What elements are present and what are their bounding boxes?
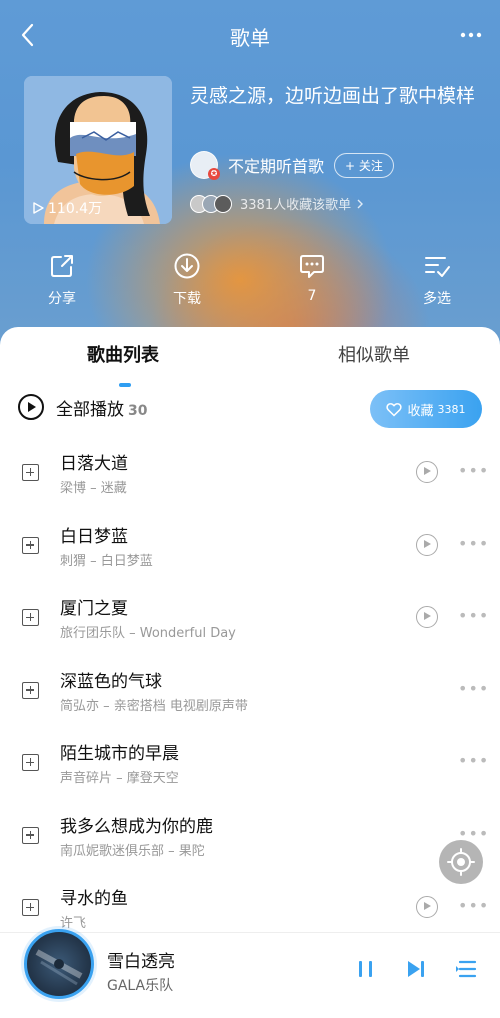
list-item[interactable]: 陌生城市的早晨 声音碎片 – 摩登天空 ••• bbox=[0, 731, 500, 804]
comment-icon bbox=[300, 255, 324, 278]
play-all-row: 全部播放 30 收藏 3381 bbox=[0, 390, 500, 434]
comment-count: 7 bbox=[307, 288, 317, 304]
multi-select-label: 多选 bbox=[423, 291, 451, 307]
tab-indicator bbox=[119, 383, 131, 387]
add-to-playlist-icon[interactable] bbox=[22, 536, 39, 554]
page-title: 歌单 bbox=[230, 26, 270, 50]
list-item[interactable]: 白日梦蓝 刺猬 – 白日梦蓝 ••• bbox=[0, 514, 500, 587]
song-title: 日落大道 bbox=[60, 454, 128, 474]
now-playing-artist: GALA乐队 bbox=[107, 978, 174, 994]
list-item[interactable]: 日落大道 梁博 – 迷藏 ••• bbox=[0, 441, 500, 514]
multi-select-button[interactable]: 多选 bbox=[397, 252, 477, 308]
mv-play-icon[interactable] bbox=[416, 461, 438, 483]
collect-label: 收藏 bbox=[407, 403, 434, 419]
song-subtitle: 刺猬 – 白日梦蓝 bbox=[60, 553, 153, 569]
song-more-icon[interactable]: ••• bbox=[458, 461, 489, 480]
more-icon[interactable] bbox=[456, 20, 486, 50]
song-title: 白日梦蓝 bbox=[60, 526, 128, 547]
song-more-icon[interactable]: ••• bbox=[458, 606, 489, 625]
song-more-icon[interactable]: ••• bbox=[458, 534, 489, 553]
song-list-panel: 歌曲列表 相似歌单 全部播放 30 收藏 3381 日落大道 梁博 – 迷藏 ••… bbox=[0, 327, 500, 932]
song-subtitle: 简弘亦 – 亲密搭档 电视剧原声带 bbox=[60, 698, 248, 714]
mv-play-icon[interactable] bbox=[416, 533, 438, 556]
multi-select-icon bbox=[425, 257, 450, 277]
song-title: 寻水的鱼 bbox=[60, 889, 128, 909]
tab-song-list[interactable]: 歌曲列表 bbox=[87, 341, 159, 367]
add-to-playlist-icon[interactable] bbox=[22, 609, 39, 626]
heart-icon bbox=[386, 402, 403, 417]
now-playing-title: 雪白透亮 bbox=[107, 952, 175, 972]
song-title: 我多么想成为你的鹿 bbox=[60, 816, 213, 837]
song-subtitle: 南瓜妮歌迷俱乐部 – 果陀 bbox=[60, 843, 205, 859]
song-list: 日落大道 梁博 – 迷藏 ••• 白日梦蓝 刺猬 – 白日梦蓝 ••• 厦门之夏… bbox=[0, 441, 500, 949]
song-more-icon[interactable]: ••• bbox=[458, 751, 489, 770]
play-all-label: 全部播放 bbox=[56, 400, 124, 420]
queue-icon bbox=[456, 960, 477, 978]
creator-row: ✪ 不定期听首歌 + 关注 bbox=[190, 150, 394, 180]
chevron-right-icon bbox=[357, 199, 364, 208]
play-count: 110.4万 bbox=[32, 198, 102, 218]
share-button[interactable]: 分享 bbox=[22, 252, 102, 308]
collect-button[interactable]: 收藏 3381 bbox=[370, 390, 482, 428]
song-more-icon[interactable]: ••• bbox=[458, 896, 489, 915]
list-item[interactable]: 厦门之夏 旅行团乐队 – Wonderful Day ••• bbox=[0, 586, 500, 659]
locate-icon bbox=[447, 848, 475, 876]
mini-player[interactable]: 雪白透亮 GALA乐队 bbox=[0, 929, 500, 1018]
song-more-icon[interactable]: ••• bbox=[458, 679, 489, 698]
comment-button[interactable]: 7 bbox=[272, 252, 352, 304]
pause-icon bbox=[359, 961, 372, 977]
song-subtitle: 旅行团乐队 – Wonderful Day bbox=[60, 626, 236, 641]
top-bar: 歌单 bbox=[0, 0, 500, 72]
tab-similar-playlists[interactable]: 相似歌单 bbox=[338, 341, 410, 367]
list-item[interactable]: 深蓝色的气球 简弘亦 – 亲密搭档 电视剧原声带 ••• bbox=[0, 659, 500, 732]
collect-count: 3381 bbox=[437, 402, 466, 416]
song-title: 陌生城市的早晨 bbox=[60, 744, 179, 764]
tab-bar: 歌曲列表 相似歌单 bbox=[0, 341, 500, 387]
add-to-playlist-icon[interactable] bbox=[22, 754, 39, 771]
creator-name[interactable]: 不定期听首歌 bbox=[228, 153, 324, 177]
vip-badge-icon: ✪ bbox=[208, 168, 220, 180]
playlist-cover[interactable]: 110.4万 bbox=[24, 76, 172, 224]
play-all-count: 30 bbox=[128, 403, 148, 419]
mv-play-icon[interactable] bbox=[416, 896, 438, 918]
next-button[interactable] bbox=[404, 957, 428, 981]
album-art bbox=[35, 949, 83, 986]
song-subtitle: 梁博 – 迷藏 bbox=[60, 481, 127, 496]
collector-avatar bbox=[214, 194, 232, 213]
list-item[interactable]: 我多么想成为你的鹿 南瓜妮歌迷俱乐部 – 果陀 ••• bbox=[0, 804, 500, 877]
mv-play-icon[interactable] bbox=[416, 606, 438, 628]
add-to-playlist-icon[interactable] bbox=[22, 826, 39, 844]
share-icon bbox=[51, 255, 73, 277]
song-title: 厦门之夏 bbox=[60, 599, 128, 619]
pause-button[interactable] bbox=[354, 957, 378, 981]
play-all-button[interactable]: 全部播放 30 bbox=[56, 395, 147, 420]
playlist-queue-button[interactable] bbox=[454, 957, 478, 981]
download-icon bbox=[174, 253, 200, 279]
add-to-playlist-icon[interactable] bbox=[22, 899, 39, 916]
play-count-text: 110.4万 bbox=[48, 201, 103, 217]
action-bar: 分享 下载 7 多选 bbox=[0, 252, 500, 316]
playlist-title: 灵感之源，边听边画出了歌中模样 bbox=[190, 85, 476, 107]
add-to-playlist-icon[interactable] bbox=[22, 464, 39, 481]
song-subtitle: 声音碎片 – 摩登天空 bbox=[60, 771, 179, 786]
next-icon bbox=[408, 961, 424, 977]
collectors-text: 3381人收藏该歌单 bbox=[240, 198, 352, 213]
share-label: 分享 bbox=[48, 291, 76, 307]
play-outline-icon bbox=[33, 202, 44, 214]
download-label: 下载 bbox=[173, 291, 201, 307]
creator-avatar[interactable]: ✪ bbox=[190, 151, 220, 180]
collectors-row[interactable]: 3381人收藏该歌单 bbox=[190, 194, 365, 213]
locate-current-song-button[interactable] bbox=[439, 840, 483, 884]
now-playing-cover[interactable] bbox=[24, 929, 94, 999]
play-all-icon[interactable] bbox=[18, 394, 44, 420]
follow-button[interactable]: + 关注 bbox=[334, 152, 394, 178]
song-title: 深蓝色的气球 bbox=[60, 671, 162, 692]
song-subtitle: 许飞 bbox=[60, 916, 87, 931]
download-button[interactable]: 下载 bbox=[147, 252, 227, 308]
add-to-playlist-icon[interactable] bbox=[22, 681, 39, 699]
